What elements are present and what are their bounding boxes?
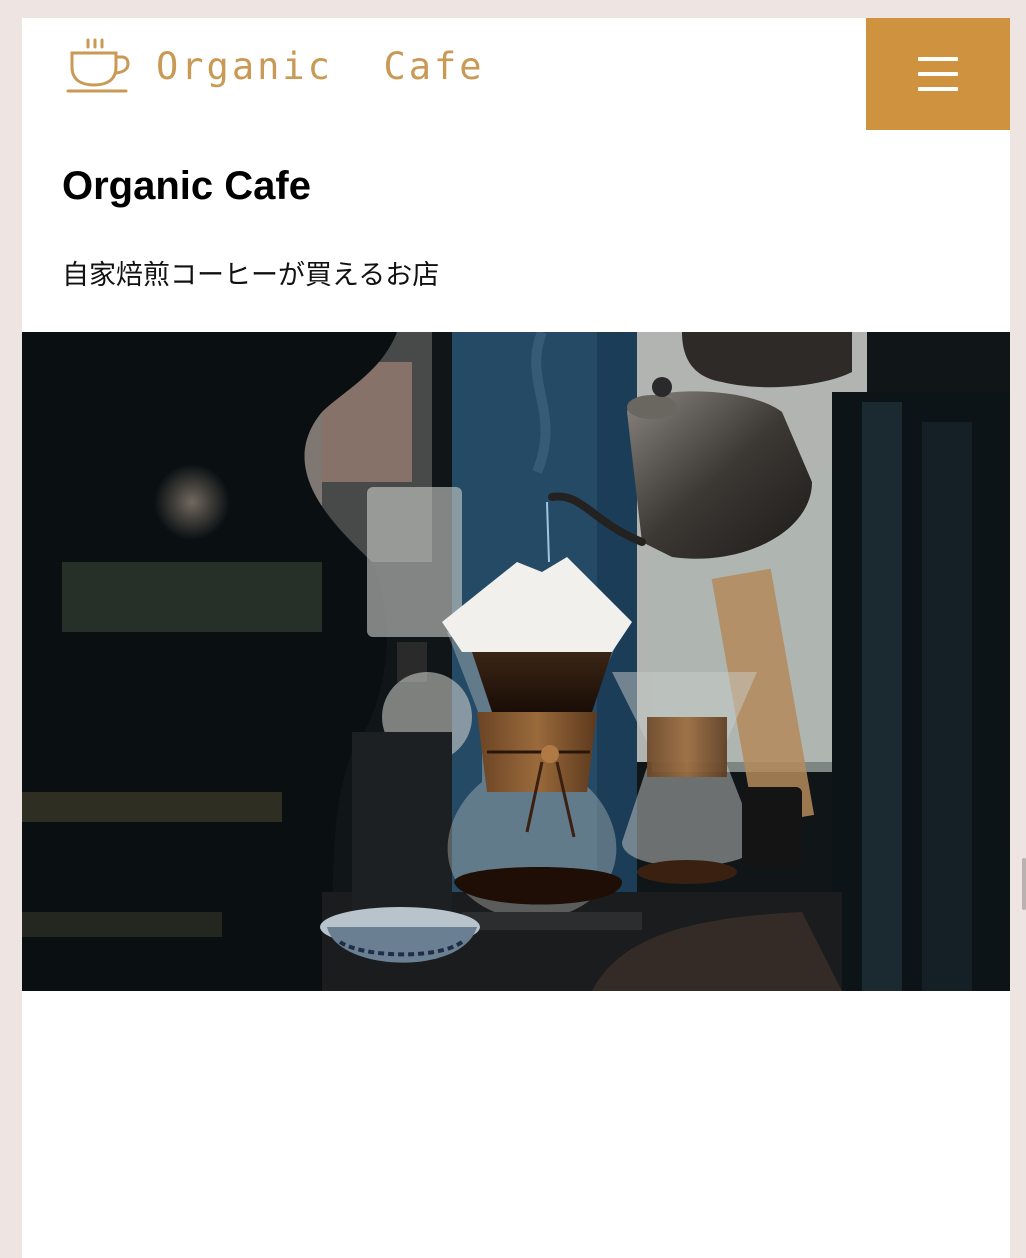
page-subtitle: 自家焙煎コーヒーが買えるお店 — [62, 260, 440, 291]
site-logo[interactable]: Organic Cafe — [66, 36, 485, 96]
pour-over-coffee-photo — [22, 332, 1010, 991]
coffee-cup-icon — [66, 38, 130, 93]
scrollbar-thumb[interactable] — [1022, 858, 1026, 910]
logo-text: Organic Cafe — [156, 44, 485, 88]
site-header: Organic Cafe — [22, 18, 1010, 130]
hero-image — [22, 332, 1010, 991]
hamburger-menu-button[interactable] — [866, 18, 1010, 130]
page-title: Organic Cafe — [62, 164, 311, 208]
page-container: Organic Cafe Organic Cafe 自家焙煎コーヒーが買えるお店 — [22, 18, 1010, 1258]
